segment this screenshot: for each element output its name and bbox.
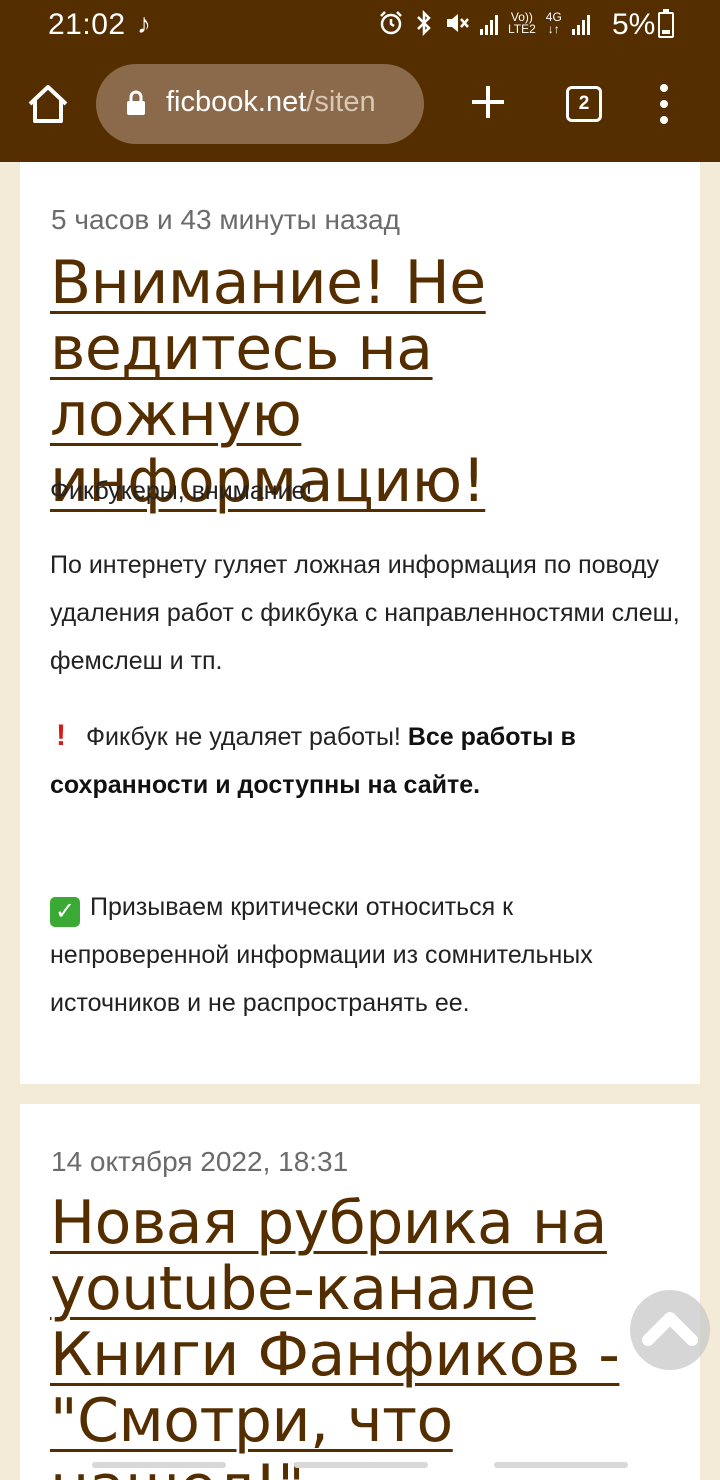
status-icons: Vo)) LTE2 4G ↓↑ bbox=[378, 10, 590, 36]
back-gesture-handle[interactable] bbox=[92, 1462, 226, 1468]
post-time: 14 октября 2022, 18:31 bbox=[51, 1146, 349, 1177]
news-card: 5 часов и 43 минуты назад Внимание! Не в… bbox=[20, 162, 700, 1084]
status-time: 21:02 bbox=[48, 8, 126, 41]
warning-text: Фикбук не удаляет работы! bbox=[86, 723, 401, 751]
home-icon[interactable] bbox=[26, 82, 70, 126]
address-bar[interactable]: ficbook.net/siten bbox=[96, 64, 424, 144]
status-bar: 21:02 ♪ Vo)) LTE2 4G ↓↑ 5% bbox=[0, 0, 720, 52]
scroll-to-top-button[interactable] bbox=[630, 1290, 710, 1370]
battery-percent: 5% bbox=[612, 8, 656, 41]
exclamation-icon: ! bbox=[56, 719, 66, 752]
mute-icon bbox=[447, 14, 469, 32]
chevron-up-icon bbox=[642, 1312, 698, 1346]
new-tab-icon[interactable] bbox=[470, 84, 506, 120]
signal-icon bbox=[480, 11, 498, 35]
browser-chrome: 21:02 ♪ Vo)) LTE2 4G ↓↑ 5% ficbook.net/s… bbox=[0, 0, 720, 162]
tab-switcher-button[interactable]: 2 bbox=[566, 86, 602, 122]
post-title-link[interactable]: Новая рубрика на youtube-канале Книги Фа… bbox=[50, 1190, 680, 1480]
battery-icon bbox=[658, 9, 674, 38]
recents-gesture-handle[interactable] bbox=[494, 1462, 628, 1468]
home-gesture-handle[interactable] bbox=[294, 1462, 428, 1468]
post-greeting: Фикбукеры, внимание! bbox=[50, 477, 313, 505]
lock-icon bbox=[127, 90, 145, 115]
post-paragraph: По интернету гуляет ложная информация по… bbox=[50, 551, 680, 675]
signal-icon-2 bbox=[571, 11, 590, 35]
post-time: 5 часов и 43 минуты назад bbox=[51, 204, 400, 235]
alarm-icon bbox=[380, 11, 402, 35]
url-text: ficbook.net/siten bbox=[166, 86, 376, 118]
check-mark-icon: ✓ bbox=[50, 897, 80, 927]
music-note-icon: ♪ bbox=[137, 8, 151, 39]
more-menu-icon[interactable] bbox=[656, 82, 672, 126]
browser-toolbar: ficbook.net/siten 2 bbox=[0, 52, 720, 162]
news-card: 14 октября 2022, 18:31 Новая рубрика на … bbox=[20, 1104, 700, 1480]
bluetooth-icon bbox=[417, 10, 431, 36]
network-type-indicator: 4G ↓↑ bbox=[545, 10, 562, 36]
check-text: Призываем критически относиться к непров… bbox=[50, 893, 593, 1017]
post-check: ✓ Призываем критически относиться к непро… bbox=[50, 883, 680, 1027]
post-warning: ! Фикбук не удаляет работы! Все работы в … bbox=[50, 712, 680, 809]
lte-indicator: Vo)) LTE2 bbox=[508, 10, 536, 36]
